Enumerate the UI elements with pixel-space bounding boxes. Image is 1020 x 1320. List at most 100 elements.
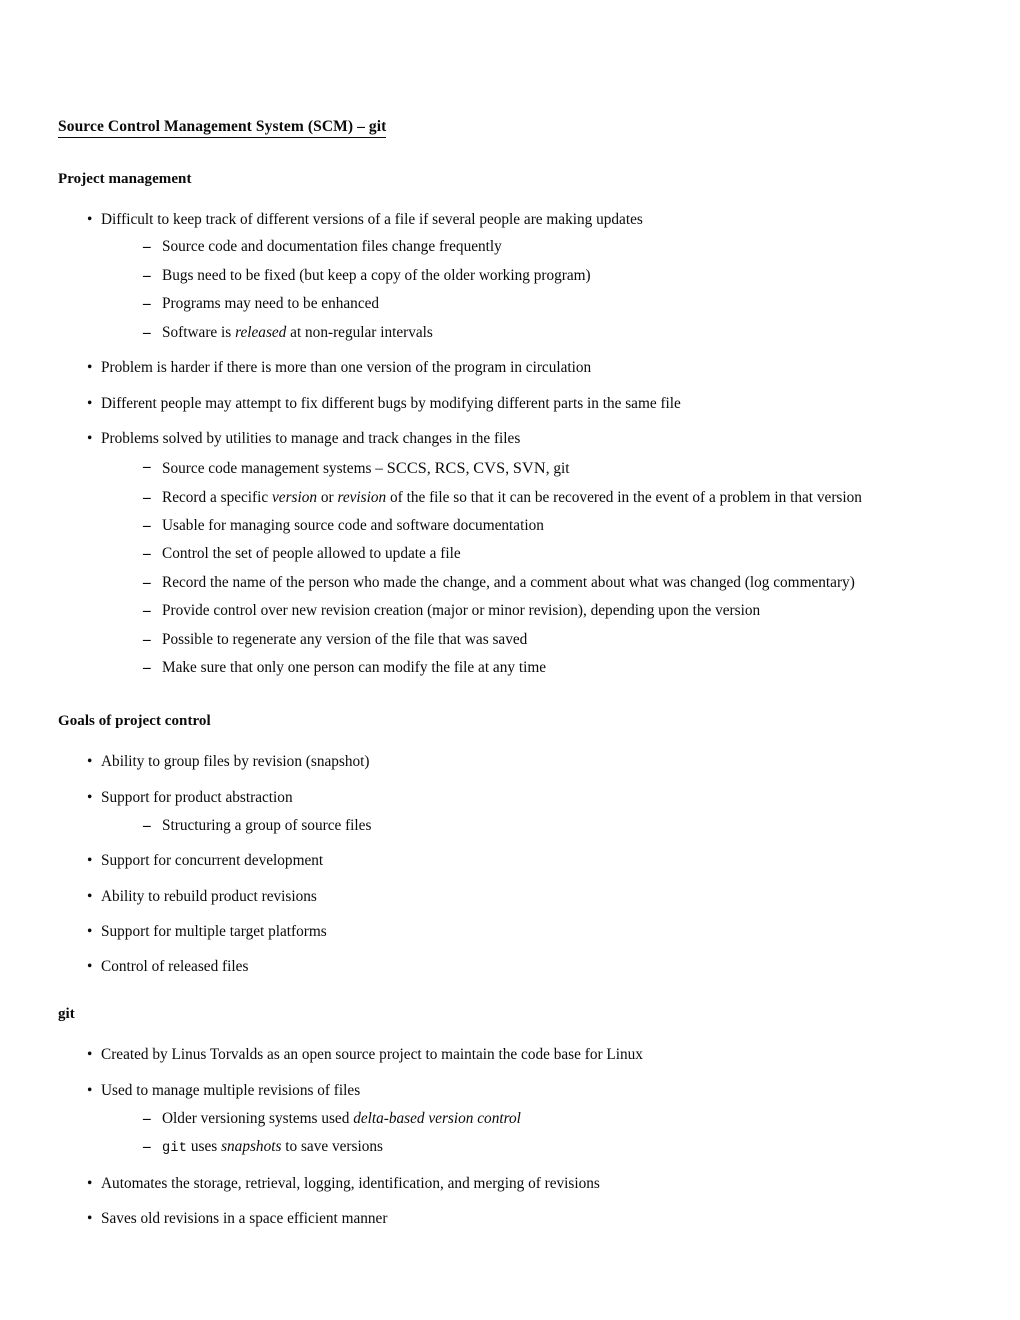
dash-glyph: – [143,602,151,620]
list-item-text: Support for concurrent development [101,852,324,870]
bullet-glyph: • [87,852,93,870]
dash-glyph: – [143,488,151,506]
sub-list-item-text: Structuring a group of source files [162,816,372,834]
list-item-text: Automates the storage, retrieval, loggin… [101,1174,600,1192]
list-item-text: Support for product abstraction [101,788,293,806]
bullet-glyph: • [87,394,93,412]
dash-glyph: – [143,238,151,256]
project-management-list: • Difficult to keep track of different v… [58,211,920,679]
list-item: • Saves old revisions in a space efficie… [58,1210,920,1229]
sublist: – Source code management systems – SCCS,… [125,458,920,678]
list-item: • Difficult to keep track of different v… [58,211,920,343]
list-item: • Ability to rebuild product revisions [58,888,920,907]
sub-list-item-text: Possible to regenerate any version of th… [162,630,528,648]
goals-list: • Ability to group files by revision (sn… [58,753,920,977]
sub-list-item-text: Source code and documentation files chan… [162,238,502,256]
section-heading-goals: Goals of project control [58,713,211,730]
separator: , [426,460,435,478]
emphasis-released: released [235,323,287,341]
sub-list-item: – Make sure that only one person can mod… [125,659,920,678]
sub-list-item: – Older versioning systems used delta-ba… [125,1110,920,1129]
sub-list-item-text-mid: uses [187,1138,222,1156]
dash-glyph: – [143,659,151,677]
sub-list-item: – Bugs need to be fixed (but keep a copy… [125,267,920,286]
acronym-svn: SVN [512,459,546,478]
sub-list-item-text-pre: Record a specific [162,488,272,506]
list-item-text: Different people may attempt to fix diff… [101,394,681,412]
sub-list-item-text: Programs may need to be enhanced [162,295,380,313]
sub-list-item-text-post: of the file so that it can be recovered … [386,488,862,506]
sublist: – Structuring a group of source files [125,817,920,836]
sub-list-item-text-pre: Software is [162,323,236,341]
sub-list-item-text: Bugs need to be fixed (but keep a copy o… [162,266,591,284]
document-title: Source Control Management System (SCM) –… [58,119,387,138]
bullet-glyph: • [87,1210,93,1228]
list-item-text: Created by Linus Torvalds as an open sou… [101,1046,643,1064]
dash-glyph: – [143,458,151,476]
dash-glyph: – [143,323,151,341]
sub-list-item-text: Control the set of people allowed to upd… [162,545,461,563]
acronym-cvs: CVS [473,459,506,478]
section-heading-git: git [58,1006,75,1023]
list-item: • Ability to group files by revision (sn… [58,753,920,772]
emphasis-revision: revision [337,488,387,506]
dash-glyph: – [143,1109,151,1127]
sub-list-item: – Programs may need to be enhanced [125,295,920,314]
sub-list-item: – Possible to regenerate any version of … [125,631,920,650]
sub-list-item: – Provide control over new revision crea… [125,602,920,621]
list-item-text: Control of released files [101,958,249,976]
bullet-glyph: • [87,923,93,941]
sub-list-item-text: Make sure that only one person can modif… [162,659,547,677]
emphasis-version: version [272,488,318,506]
sub-list-item-text-mid: or [317,488,338,506]
dash-glyph: – [143,517,151,535]
bullet-glyph: • [87,430,93,448]
dash-glyph: – [143,295,151,313]
sub-list-item-text-post: to save versions [281,1138,383,1156]
sub-list-item-text: Record the name of the person who made t… [162,573,855,591]
bullet-glyph: • [87,1081,93,1099]
list-item: • Problems solved by utilities to manage… [58,430,920,678]
section-heading-project-management: Project management [58,170,192,187]
sub-list-item: – Source code and documentation files ch… [125,238,920,257]
bullet-glyph: • [87,1174,93,1192]
sub-list-item: – Usable for managing source code and so… [125,517,920,536]
separator: , [505,460,513,478]
bullet-glyph: • [87,210,93,228]
sub-list-item-text-pre: Older versioning systems used [162,1109,354,1127]
dash-glyph: – [143,266,151,284]
bullet-glyph: • [87,753,93,771]
dash-glyph: – [143,816,151,834]
emphasis-delta-based-version-control: delta-based version control [353,1109,521,1127]
dash-glyph: – [143,630,151,648]
sub-list-item: – Software is released at non-regular in… [125,324,920,343]
bullet-glyph: • [87,887,93,905]
list-item: • Support for product abstraction – Stru… [58,789,920,836]
bullet-glyph: • [87,788,93,806]
list-item-text: Difficult to keep track of different ver… [101,210,643,228]
list-item: • Automates the storage, retrieval, logg… [58,1175,920,1194]
sub-list-item-text-post: , git [545,460,570,478]
list-item-text: Problem is harder if there is more than … [101,359,592,377]
sub-list-item: – git uses snapshots to save versions [125,1138,920,1158]
sub-list-item-text-pre: Source code management systems – [162,460,387,478]
document-page: Source Control Management System (SCM) –… [0,0,1020,1320]
list-item: • Support for concurrent development [58,852,920,871]
bullet-glyph: • [87,958,93,976]
list-item-text: Ability to rebuild product revisions [101,887,317,905]
list-item-text: Problems solved by utilities to manage a… [101,430,521,448]
git-list: • Created by Linus Torvalds as an open s… [58,1046,920,1229]
acronym-rcs: RCS [434,459,466,478]
bullet-glyph: • [87,1046,93,1064]
list-item-text: Ability to group files by revision (snap… [101,753,370,771]
list-item: • Support for multiple target platforms [58,923,920,942]
list-item-text: Saves old revisions in a space efficient… [101,1210,388,1228]
sublist: – Older versioning systems used delta-ba… [125,1110,920,1158]
acronym-sccs: SCCS [386,459,427,478]
list-item: • Control of released files [58,958,920,977]
